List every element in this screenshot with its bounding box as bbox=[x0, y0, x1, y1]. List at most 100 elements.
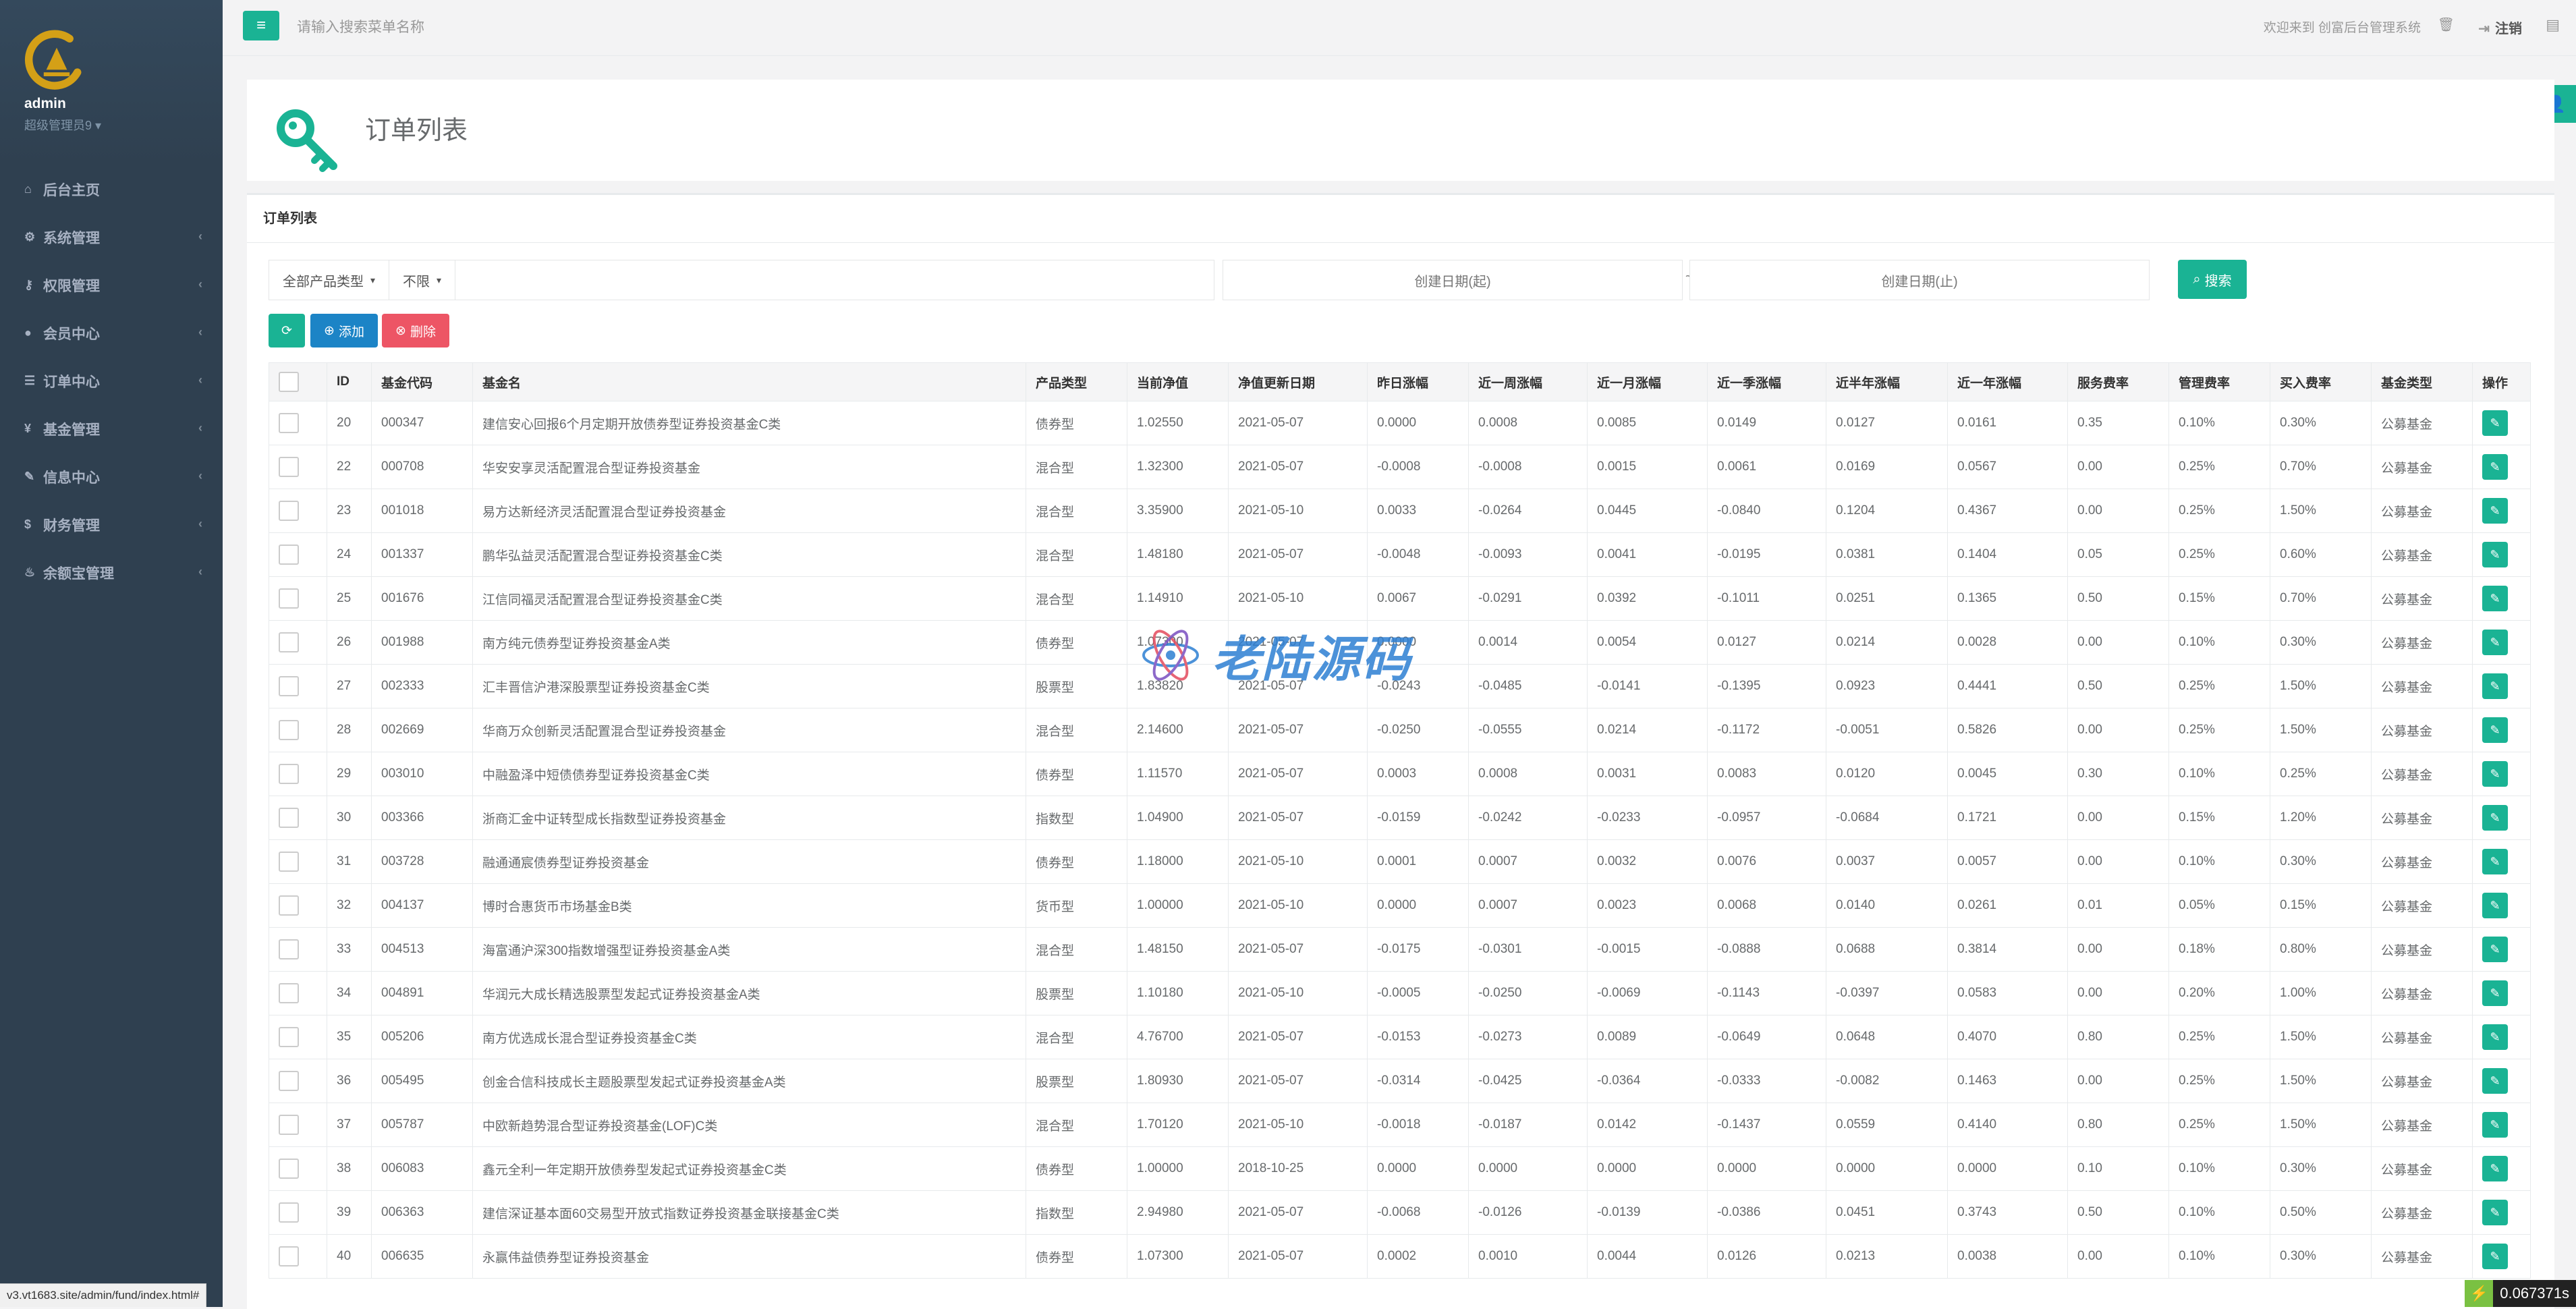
table-cell: 006363 bbox=[371, 1190, 473, 1235]
sidebar-item-yuebao[interactable]: ♨ 余额宝管理 ‹ bbox=[0, 549, 223, 596]
row-checkbox[interactable] bbox=[279, 545, 299, 565]
row-select-cell[interactable] bbox=[269, 708, 327, 752]
edit-button[interactable]: ✎ bbox=[2482, 586, 2508, 611]
delete-button[interactable]: ⊗ 删除 bbox=[382, 314, 449, 347]
admin-name[interactable]: admin bbox=[24, 96, 66, 112]
row-actions-cell: ✎ bbox=[2472, 927, 2531, 972]
add-button[interactable]: ⊕ 添加 bbox=[310, 314, 378, 347]
row-checkbox[interactable] bbox=[279, 764, 299, 784]
row-select-cell[interactable] bbox=[269, 1234, 327, 1279]
row-checkbox[interactable] bbox=[279, 808, 299, 828]
row-select-cell[interactable] bbox=[269, 796, 327, 840]
table-cell: 2021-05-07 bbox=[1228, 708, 1368, 752]
date-end-input[interactable]: 创建日期(止) bbox=[1689, 260, 2150, 300]
row-checkbox[interactable] bbox=[279, 413, 299, 433]
more-menu-icon[interactable]: ▤ bbox=[2546, 16, 2560, 34]
search-button[interactable]: ⌕ 搜索 bbox=[2178, 260, 2247, 299]
sidebar-item-orders[interactable]: ☰ 订单中心 ‹ bbox=[0, 357, 223, 405]
table-row: 32 004137 博时合惠货币市场基金B类 货币型 1.00000 2021-05-10… bbox=[269, 883, 2531, 928]
row-checkbox[interactable] bbox=[279, 895, 299, 916]
sidebar-item-member[interactable]: ● 会员中心 ‹ bbox=[0, 309, 223, 357]
edit-button[interactable]: ✎ bbox=[2482, 454, 2508, 480]
edit-button[interactable]: ✎ bbox=[2482, 542, 2508, 567]
row-select-cell[interactable] bbox=[269, 839, 327, 884]
edit-button[interactable]: ✎ bbox=[2482, 717, 2508, 743]
row-checkbox[interactable] bbox=[279, 1202, 299, 1223]
edit-button[interactable]: ✎ bbox=[2482, 980, 2508, 1006]
sidebar-item-info[interactable]: ✎ 信息中心 ‹ bbox=[0, 453, 223, 501]
row-checkbox[interactable] bbox=[279, 457, 299, 477]
edit-button[interactable]: ✎ bbox=[2482, 630, 2508, 655]
row-select-cell[interactable] bbox=[269, 971, 327, 1015]
row-checkbox[interactable] bbox=[279, 588, 299, 609]
keyword-input[interactable] bbox=[455, 260, 1214, 300]
row-checkbox[interactable] bbox=[279, 1159, 299, 1179]
table-cell: 0.30% bbox=[2270, 620, 2372, 665]
logout-button[interactable]: ⇥ 注销 bbox=[2478, 18, 2522, 37]
row-actions-cell: ✎ bbox=[2472, 445, 2531, 489]
menu-toggle-button[interactable]: ≡ bbox=[243, 11, 279, 40]
row-select-cell[interactable] bbox=[269, 1059, 327, 1103]
edit-button[interactable]: ✎ bbox=[2482, 893, 2508, 918]
edit-button[interactable]: ✎ bbox=[2482, 1156, 2508, 1181]
row-checkbox[interactable] bbox=[279, 1027, 299, 1047]
row-select-cell[interactable] bbox=[269, 752, 327, 796]
edit-button[interactable]: ✎ bbox=[2482, 498, 2508, 524]
sidebar-item-home[interactable]: ⌂ 后台主页 bbox=[0, 165, 223, 213]
row-checkbox[interactable] bbox=[279, 676, 299, 696]
row-select-cell[interactable] bbox=[269, 576, 327, 621]
row-checkbox[interactable] bbox=[279, 1246, 299, 1266]
refresh-button[interactable]: ⟳ bbox=[269, 314, 305, 347]
edit-button[interactable]: ✎ bbox=[2482, 410, 2508, 436]
edit-button[interactable]: ✎ bbox=[2482, 937, 2508, 962]
row-checkbox[interactable] bbox=[279, 632, 299, 652]
row-select-cell[interactable] bbox=[269, 1146, 327, 1191]
admin-role-dropdown[interactable]: 超级管理员9 ▾ bbox=[24, 116, 101, 134]
table-cell: 0.0032 bbox=[1587, 839, 1708, 884]
edit-button[interactable]: ✎ bbox=[2482, 805, 2508, 831]
row-select-cell[interactable] bbox=[269, 1103, 327, 1147]
product-type-select[interactable]: 全部产品类型 ▾ bbox=[269, 271, 389, 290]
row-select-cell[interactable] bbox=[269, 1015, 327, 1059]
edit-button[interactable]: ✎ bbox=[2482, 673, 2508, 699]
date-start-input[interactable]: 创建日期(起) bbox=[1223, 260, 1683, 300]
row-checkbox[interactable] bbox=[279, 720, 299, 740]
edit-button[interactable]: ✎ bbox=[2482, 1244, 2508, 1269]
sidebar-item-fund[interactable]: ¥ 基金管理 ‹ bbox=[0, 405, 223, 453]
edit-button[interactable]: ✎ bbox=[2482, 761, 2508, 787]
sidebar-item-finance[interactable]: $ 财务管理 ‹ bbox=[0, 501, 223, 549]
table-cell: 0.00 bbox=[2067, 927, 2169, 972]
row-select-cell[interactable] bbox=[269, 620, 327, 665]
table-cell: 公募基金 bbox=[2371, 1146, 2473, 1191]
row-select-cell[interactable] bbox=[269, 883, 327, 928]
row-select-cell[interactable] bbox=[269, 927, 327, 972]
table-cell: 债券型 bbox=[1026, 620, 1127, 665]
table-cell: 24 bbox=[327, 532, 372, 577]
edit-button[interactable]: ✎ bbox=[2482, 849, 2508, 874]
sidebar-item-permission[interactable]: ⚷ 权限管理 ‹ bbox=[0, 261, 223, 309]
row-checkbox[interactable] bbox=[279, 983, 299, 1003]
row-checkbox[interactable] bbox=[279, 501, 299, 521]
edit-button[interactable]: ✎ bbox=[2482, 1200, 2508, 1225]
row-select-cell[interactable] bbox=[269, 532, 327, 577]
row-select-cell[interactable] bbox=[269, 445, 327, 489]
menu-search-input[interactable]: 请输入搜索菜单名称 bbox=[297, 16, 424, 36]
trash-icon[interactable]: 🗑 bbox=[2438, 16, 2455, 33]
row-select-cell[interactable] bbox=[269, 1190, 327, 1235]
row-checkbox[interactable] bbox=[279, 852, 299, 872]
row-checkbox[interactable] bbox=[279, 1115, 299, 1135]
row-checkbox[interactable] bbox=[279, 1071, 299, 1091]
row-select-cell[interactable] bbox=[269, 664, 327, 708]
table-cell: 公募基金 bbox=[2371, 1059, 2473, 1103]
edit-button[interactable]: ✎ bbox=[2482, 1068, 2508, 1094]
select-all-header[interactable] bbox=[269, 362, 327, 401]
row-select-cell[interactable] bbox=[269, 401, 327, 445]
period-select[interactable]: 不限 ▾ bbox=[389, 260, 456, 300]
sidebar-item-system[interactable]: ⚙ 系统管理 ‹ bbox=[0, 213, 223, 261]
topbar: ≡ 请输入搜索菜单名称 欢迎来到 创富后台管理系统 🗑 ⇥ 注销 ▤ bbox=[223, 0, 2576, 56]
row-select-cell[interactable] bbox=[269, 489, 327, 533]
row-checkbox[interactable] bbox=[279, 939, 299, 959]
select-all-checkbox[interactable] bbox=[279, 372, 299, 392]
edit-button[interactable]: ✎ bbox=[2482, 1112, 2508, 1138]
edit-button[interactable]: ✎ bbox=[2482, 1024, 2508, 1050]
